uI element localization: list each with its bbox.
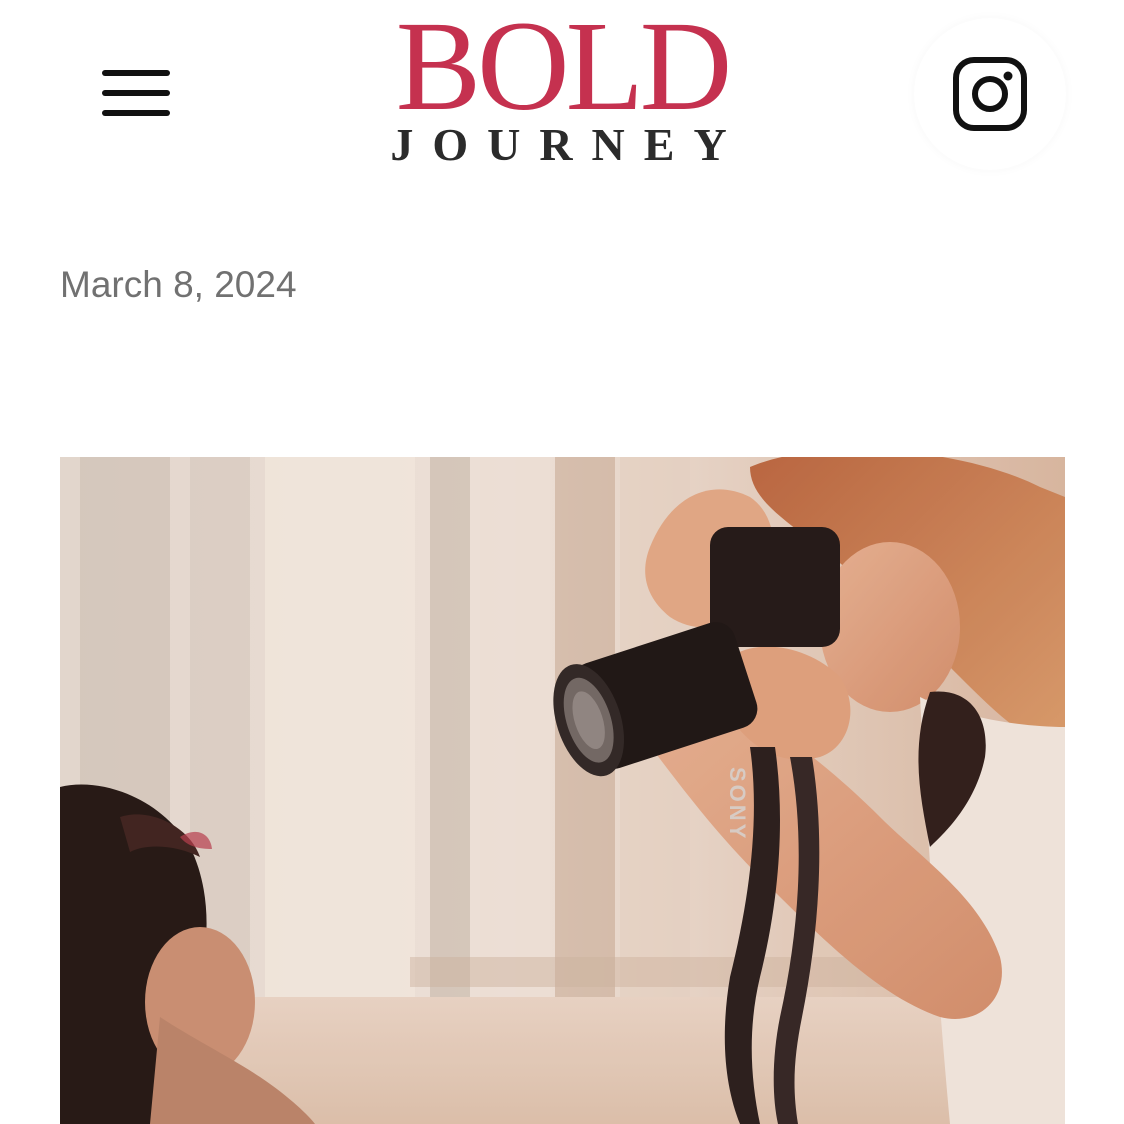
menu-button[interactable]: [94, 60, 178, 126]
post-date: March 8, 2024: [60, 264, 297, 305]
instagram-icon: [953, 57, 1027, 131]
featured-image: SONY: [60, 457, 1065, 1124]
article-page: BOLD JOURNEY March 8, 2024 SONY: [0, 0, 1124, 1124]
logo-wordmark-journey: JOURNEY: [390, 119, 746, 170]
site-header: BOLD JOURNEY: [0, 0, 1124, 190]
instagram-link[interactable]: [914, 18, 1066, 170]
logo-wordmark-bold: BOLD: [395, 0, 732, 137]
site-logo-link[interactable]: BOLD JOURNEY: [370, 0, 754, 176]
